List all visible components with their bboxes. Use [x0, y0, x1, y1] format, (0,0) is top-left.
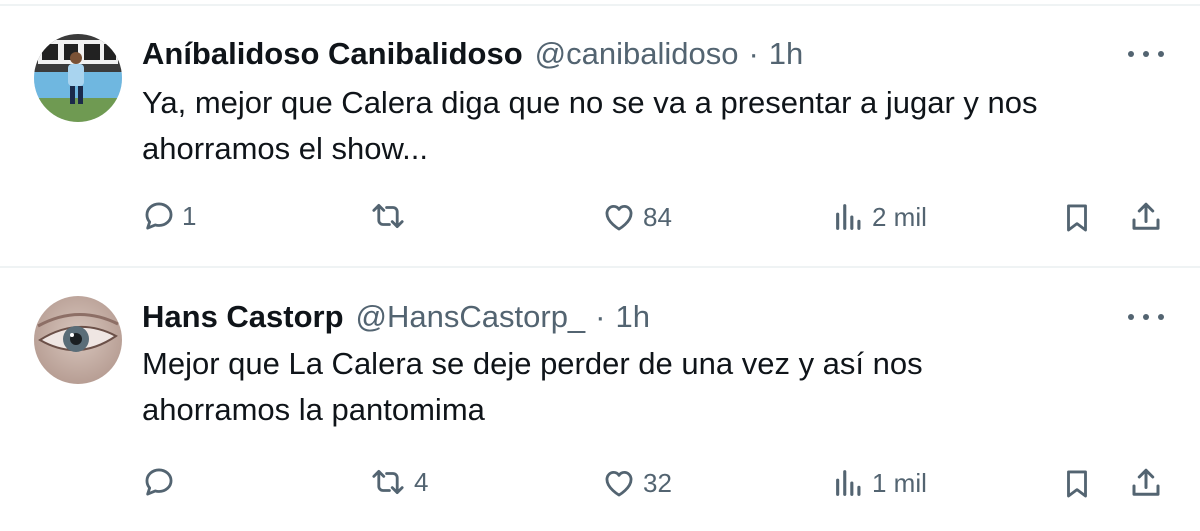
reply-icon: [145, 468, 173, 496]
avatar[interactable]: [34, 296, 122, 384]
handle[interactable]: @HansCastorp_: [356, 299, 586, 335]
tweet-header: Aníbalidoso Canibalidoso @canibalidoso ·…: [142, 36, 803, 72]
more-icon[interactable]: [1128, 42, 1164, 66]
retweet-button[interactable]: [368, 199, 414, 233]
share-button[interactable]: [1128, 199, 1164, 235]
separator-dot: ·: [595, 299, 606, 334]
retweet-button[interactable]: 4: [368, 465, 428, 499]
like-icon: [605, 204, 633, 231]
reply-icon: [145, 202, 173, 230]
bookmark-icon: [1067, 470, 1087, 498]
tweet-text: Ya, mejor que Calera diga que no se va a…: [142, 85, 1038, 166]
like-count: 32: [643, 467, 672, 498]
display-name[interactable]: Hans Castorp: [142, 299, 344, 335]
view-count: 1 mil: [872, 467, 927, 498]
views-button[interactable]: 2 mil: [832, 200, 927, 234]
like-button[interactable]: 32: [601, 466, 672, 500]
separator-dot: ·: [748, 36, 759, 71]
reply-button[interactable]: [142, 465, 182, 499]
handle[interactable]: @canibalidoso: [535, 36, 739, 72]
views-icon: [836, 204, 861, 230]
tweet-1[interactable]: Aníbalidoso Canibalidoso @canibalidoso ·…: [0, 0, 1200, 266]
timestamp[interactable]: 1h: [769, 36, 803, 72]
like-icon: [605, 470, 633, 497]
like-button[interactable]: 84: [601, 200, 672, 234]
retweet-count: 4: [414, 466, 429, 497]
bookmark-icon: [1067, 204, 1087, 232]
views-button[interactable]: 1 mil: [832, 466, 927, 500]
bookmark-button[interactable]: [1060, 200, 1094, 236]
reply-count: 1: [182, 200, 197, 231]
avatar[interactable]: [34, 34, 122, 122]
like-count: 84: [643, 201, 672, 232]
reply-button[interactable]: 1: [142, 199, 196, 233]
share-button[interactable]: [1128, 465, 1164, 501]
timestamp[interactable]: 1h: [616, 299, 650, 335]
view-count: 2 mil: [872, 201, 927, 232]
retweet-icon: [372, 469, 404, 495]
display-name[interactable]: Aníbalidoso Canibalidoso: [142, 36, 523, 72]
more-icon[interactable]: [1128, 305, 1164, 329]
tweet-header: Hans Castorp @HansCastorp_ · 1h: [142, 299, 650, 335]
tweet-2[interactable]: Hans Castorp @HansCastorp_ · 1h Mejor qu…: [0, 268, 1200, 531]
bookmark-button[interactable]: [1060, 466, 1094, 502]
share-icon: [1132, 202, 1160, 230]
retweet-icon: [372, 203, 404, 229]
tweet-text: Mejor que La Calera se deje perder de un…: [142, 346, 923, 427]
share-icon: [1132, 468, 1160, 496]
views-icon: [836, 470, 861, 496]
